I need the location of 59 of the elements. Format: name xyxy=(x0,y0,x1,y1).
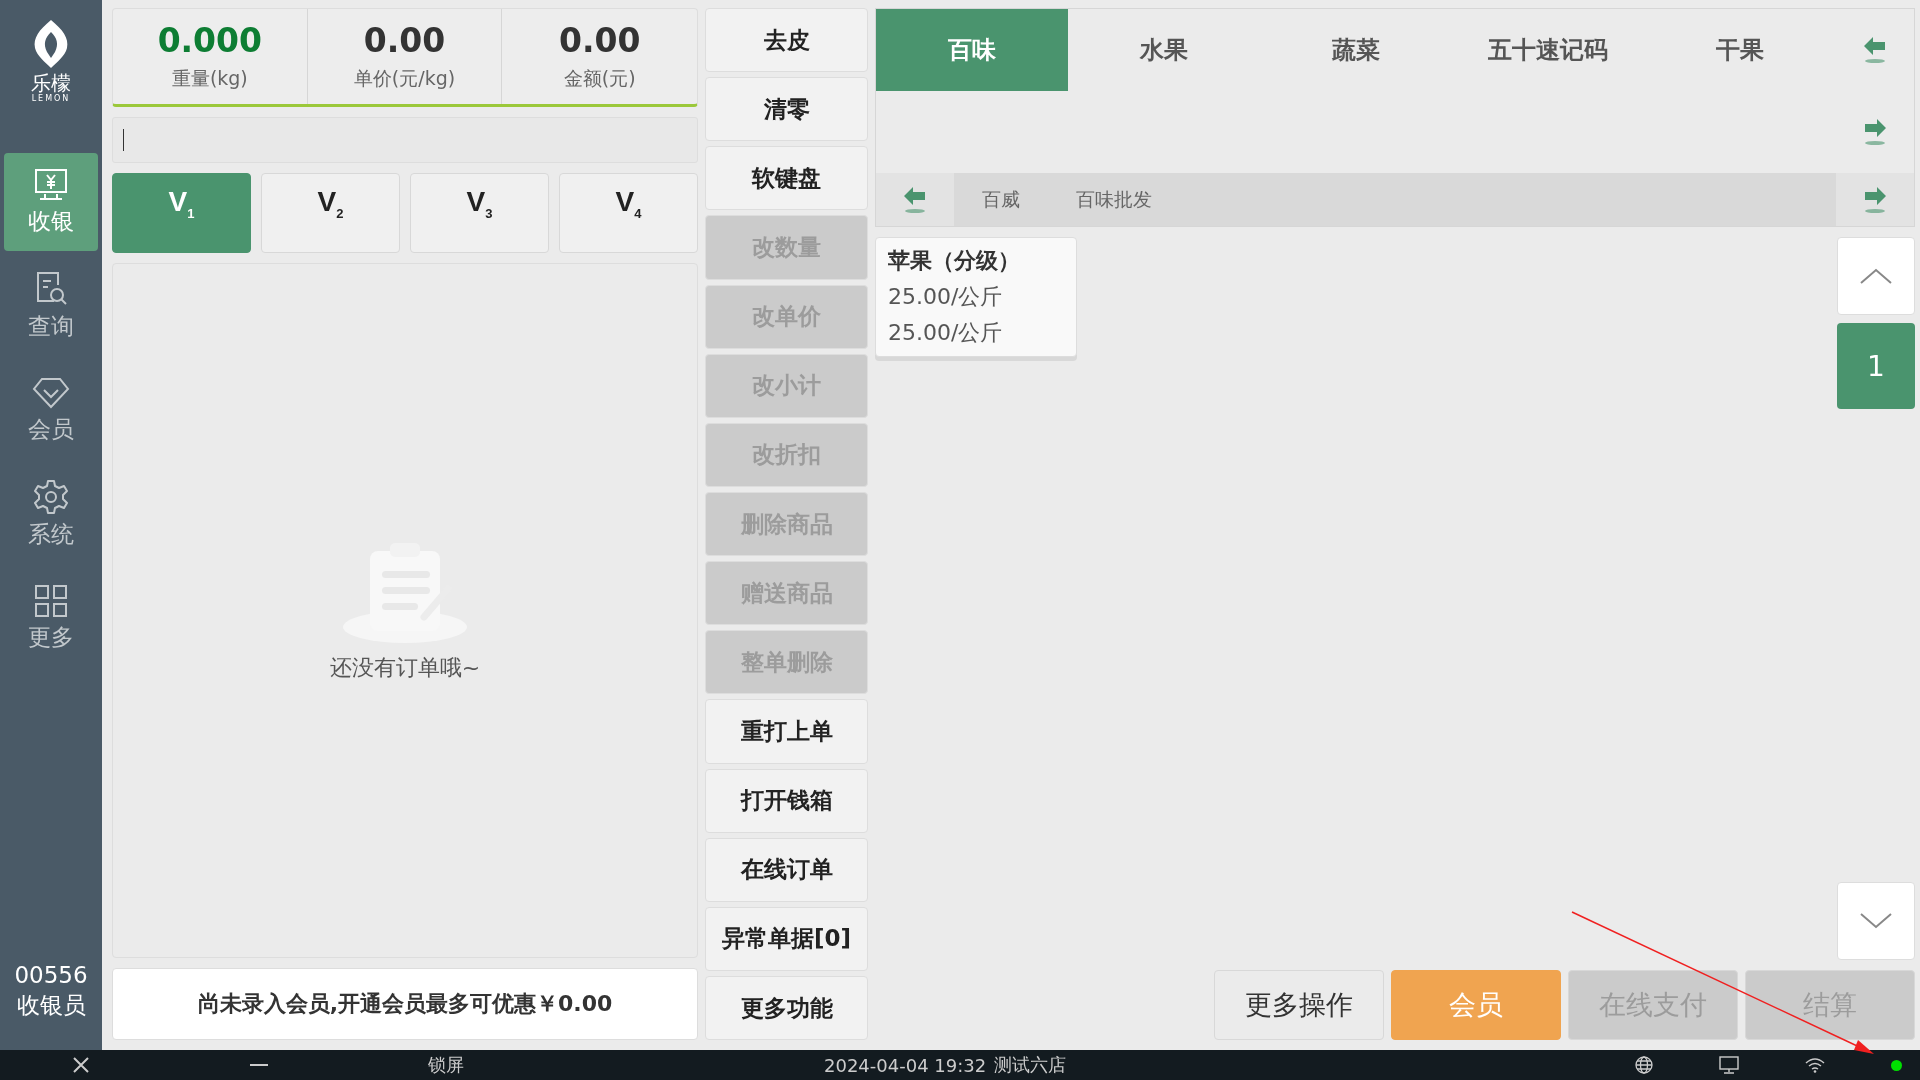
diamond-icon xyxy=(32,375,70,410)
action-button[interactable]: 更多功能 xyxy=(705,975,868,1041)
scale-value: 0.00 xyxy=(363,21,446,60)
category-tab[interactable]: 干果 xyxy=(1644,9,1836,91)
footer-button[interactable]: 更多操作 xyxy=(1214,970,1384,1040)
sidebar-item[interactable]: 更多 xyxy=(4,569,98,667)
price-level-button[interactable]: V$_{4}$ xyxy=(559,173,698,253)
action-button[interactable]: 软键盘 xyxy=(705,146,868,211)
datetime-text: 2024-04-04 19:32 xyxy=(824,1054,987,1076)
sidebar-item[interactable]: 查询 xyxy=(4,257,98,355)
store-name: 测试六店 xyxy=(994,1053,1067,1077)
category-tab[interactable]: 蔬菜 xyxy=(1260,9,1452,91)
scale-label: 金额(元) xyxy=(563,66,636,91)
action-button[interactable]: 打开钱箱 xyxy=(705,768,868,833)
subcategory-item[interactable]: 百威 xyxy=(954,173,1048,226)
lock-screen-button[interactable]: 锁屏 xyxy=(428,1053,464,1077)
sidebar-item[interactable]: 会员 xyxy=(4,361,98,459)
action-button[interactable]: 去皮 xyxy=(705,8,868,73)
logo-tagline: LEMON xyxy=(31,94,71,103)
sidebar-item[interactable]: 收银 xyxy=(4,153,98,251)
product-name: 苹果（分级） xyxy=(888,247,1021,275)
settings-icon xyxy=(32,478,70,515)
category-tab[interactable]: 五十速记码 xyxy=(1452,9,1644,91)
cashier-id: 00556 xyxy=(14,961,88,990)
globe-icon[interactable] xyxy=(1635,1056,1653,1074)
wifi-icon[interactable] xyxy=(1805,1057,1825,1073)
product-price: 25.00/公斤 xyxy=(888,283,1004,311)
arrow-left-icon[interactable] xyxy=(1862,35,1888,65)
cash-register-icon xyxy=(32,167,70,202)
category-tab[interactable]: 百味 xyxy=(876,9,1068,91)
chevron-down-icon xyxy=(1859,912,1893,930)
subcategory-item[interactable]: 百味批发 xyxy=(1048,173,1180,226)
action-button[interactable]: 清零 xyxy=(705,77,868,142)
barcode-input-field[interactable] xyxy=(112,117,698,163)
action-button[interactable]: 重打上单 xyxy=(705,699,868,764)
cashier-role: 收银员 xyxy=(16,991,86,1020)
minimize-icon[interactable] xyxy=(250,1063,268,1067)
monitor-icon[interactable] xyxy=(1719,1056,1739,1074)
arrow-right-icon[interactable] xyxy=(1862,184,1888,215)
price-level-button[interactable]: V$_{2}$ xyxy=(261,173,400,253)
chevron-up-icon xyxy=(1859,267,1893,285)
scale-value: 0.000 xyxy=(157,21,262,60)
scale-value: 0.00 xyxy=(558,21,641,60)
empty-state-text: 还没有订单哦~ xyxy=(329,653,481,682)
scale-label: 重量(kg) xyxy=(171,66,248,91)
close-icon[interactable] xyxy=(72,1056,90,1074)
category-tab[interactable]: 水果 xyxy=(1068,9,1260,91)
price-level-button[interactable]: V$_{1}$ xyxy=(112,173,251,253)
logo-text: 乐檬 xyxy=(31,72,71,94)
member-price: 25.00/公斤 xyxy=(888,319,1004,347)
member-banner: 尚未录入会员,开通会员最多可优惠￥0.00 xyxy=(112,968,698,1040)
action-button[interactable]: 在线订单 xyxy=(705,837,868,902)
sidebar-item[interactable]: 系统 xyxy=(4,465,98,563)
price-level-button[interactable]: V$_{3}$ xyxy=(410,173,549,253)
scale-label: 单价(元/kg) xyxy=(353,66,456,91)
page-number[interactable]: 1 xyxy=(1837,323,1915,409)
arrow-right-icon[interactable] xyxy=(1862,117,1888,147)
grid-icon xyxy=(34,583,68,618)
action-button[interactable]: 异常单据[0] xyxy=(705,906,868,971)
